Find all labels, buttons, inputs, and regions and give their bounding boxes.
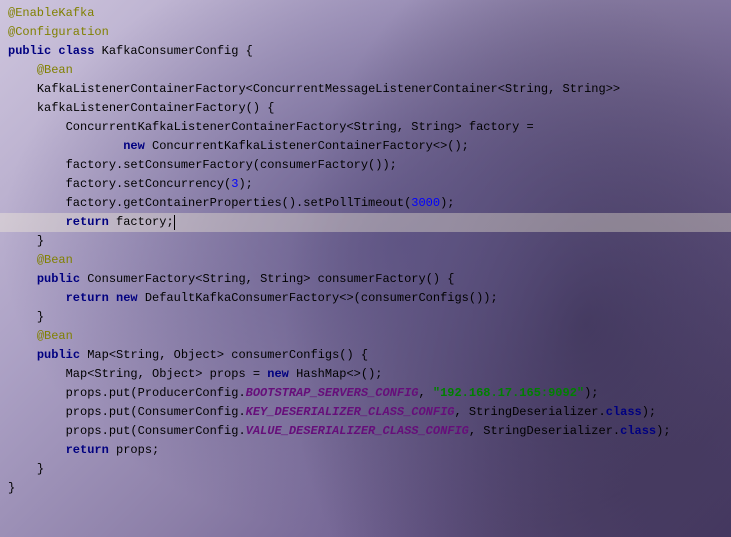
code-token: class: [606, 403, 642, 422]
code-line[interactable]: return factory;: [0, 213, 731, 232]
code-token: Map<String, Object> consumerConfigs() {: [87, 346, 368, 365]
code-token: KafkaListenerContainerFactory<Concurrent…: [37, 80, 620, 99]
code-token: @Bean: [37, 251, 73, 270]
code-line[interactable]: Map<String, Object> props = new HashMap<…: [0, 365, 731, 384]
code-token: , StringDeserializer.: [469, 422, 620, 441]
code-token: 3000: [411, 194, 440, 213]
code-token: @EnableKafka: [8, 4, 94, 23]
code-line[interactable]: KafkaListenerContainerFactory<Concurrent…: [0, 80, 731, 99]
code-token: BOOTSTRAP_SERVERS_CONFIG: [246, 384, 419, 403]
code-line[interactable]: }: [0, 460, 731, 479]
code-line[interactable]: props.put(ConsumerConfig.KEY_DESERIALIZE…: [0, 403, 731, 422]
code-token: factory.setConsumerFactory(consumerFacto…: [66, 156, 397, 175]
code-token: new: [267, 365, 296, 384]
code-line[interactable]: public class KafkaConsumerConfig {: [0, 42, 731, 61]
code-token: props.put(ConsumerConfig.: [66, 422, 246, 441]
code-line[interactable]: }: [0, 479, 731, 498]
code-token: VALUE_DESERIALIZER_CLASS_CONFIG: [246, 422, 469, 441]
code-token: public: [37, 270, 87, 289]
code-token: 3: [231, 175, 238, 194]
code-line[interactable]: @Bean: [0, 251, 731, 270]
code-token: props.put(ProducerConfig.: [66, 384, 246, 403]
code-token: public: [37, 346, 87, 365]
code-line[interactable]: props.put(ConsumerConfig.VALUE_DESERIALI…: [0, 422, 731, 441]
code-token: ConcurrentKafkaListenerContainerFactory<…: [66, 118, 534, 137]
code-token: );: [642, 403, 656, 422]
code-token: }: [37, 232, 44, 251]
code-token: );: [440, 194, 454, 213]
code-token: class: [620, 422, 656, 441]
code-token: props.put(ConsumerConfig.: [66, 403, 246, 422]
code-token: factory.setConcurrency(: [66, 175, 232, 194]
code-token: "192.168.17.165:9092": [433, 384, 584, 403]
code-token: );: [584, 384, 598, 403]
code-token: return: [66, 441, 116, 460]
code-token: Map<String, Object> props =: [66, 365, 268, 384]
code-editor[interactable]: @EnableKafka@Configurationpublic class K…: [0, 0, 731, 498]
code-token: @Bean: [37, 327, 73, 346]
code-line[interactable]: @Bean: [0, 61, 731, 80]
code-token: kafkaListenerContainerFactory() {: [37, 99, 275, 118]
code-token: factory;: [116, 213, 174, 232]
code-token: );: [238, 175, 252, 194]
code-line[interactable]: }: [0, 308, 731, 327]
code-token: , StringDeserializer.: [454, 403, 605, 422]
code-token: ,: [418, 384, 432, 403]
code-token: HashMap<>();: [296, 365, 382, 384]
code-line[interactable]: @Configuration: [0, 23, 731, 42]
code-token: new: [123, 137, 152, 156]
text-caret: [174, 215, 175, 230]
code-line[interactable]: factory.setConsumerFactory(consumerFacto…: [0, 156, 731, 175]
code-line[interactable]: factory.setConcurrency(3);: [0, 175, 731, 194]
code-token: ConcurrentKafkaListenerContainerFactory<…: [152, 137, 469, 156]
code-line[interactable]: props.put(ProducerConfig.BOOTSTRAP_SERVE…: [0, 384, 731, 403]
code-token: KEY_DESERIALIZER_CLASS_CONFIG: [246, 403, 455, 422]
code-line[interactable]: }: [0, 232, 731, 251]
code-token: @Configuration: [8, 23, 109, 42]
code-line[interactable]: kafkaListenerContainerFactory() {: [0, 99, 731, 118]
code-token: DefaultKafkaConsumerFactory<>(consumerCo…: [145, 289, 498, 308]
code-line[interactable]: public Map<String, Object> consumerConfi…: [0, 346, 731, 365]
code-token: return new: [66, 289, 145, 308]
code-line[interactable]: public ConsumerFactory<String, String> c…: [0, 270, 731, 289]
code-line[interactable]: new ConcurrentKafkaListenerContainerFact…: [0, 137, 731, 156]
code-token: }: [37, 460, 44, 479]
code-token: }: [37, 308, 44, 327]
code-line[interactable]: @Bean: [0, 327, 731, 346]
code-token: ConsumerFactory<String, String> consumer…: [87, 270, 454, 289]
code-token: @Bean: [37, 61, 73, 80]
code-token: props;: [116, 441, 159, 460]
code-token: }: [8, 479, 15, 498]
code-line[interactable]: return props;: [0, 441, 731, 460]
code-token: );: [656, 422, 670, 441]
code-line[interactable]: factory.getContainerProperties().setPoll…: [0, 194, 731, 213]
code-token: return: [66, 213, 116, 232]
code-line[interactable]: return new DefaultKafkaConsumerFactory<>…: [0, 289, 731, 308]
code-token: factory.getContainerProperties().setPoll…: [66, 194, 412, 213]
code-line[interactable]: ConcurrentKafkaListenerContainerFactory<…: [0, 118, 731, 137]
code-token: KafkaConsumerConfig {: [102, 42, 253, 61]
code-line[interactable]: @EnableKafka: [0, 4, 731, 23]
code-token: public class: [8, 42, 102, 61]
